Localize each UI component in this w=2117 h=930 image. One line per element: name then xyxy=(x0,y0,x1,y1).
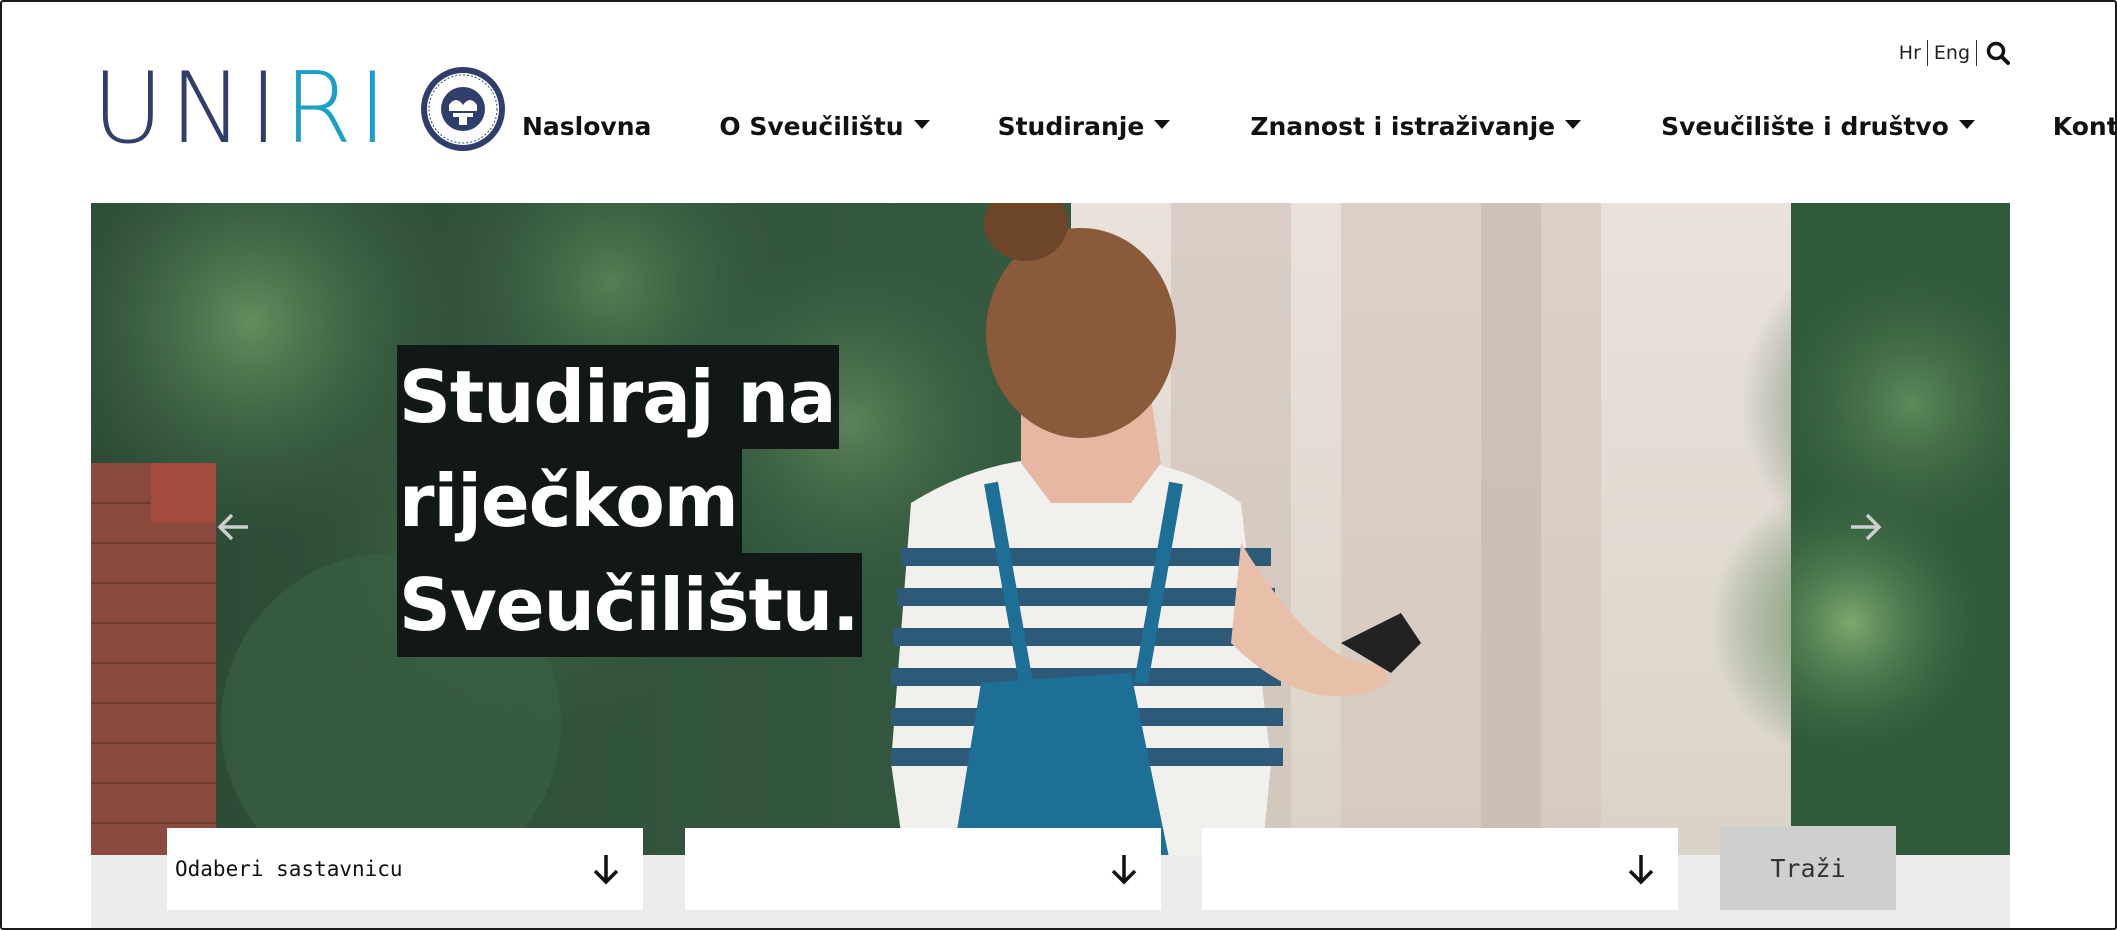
university-seal-icon xyxy=(420,67,505,151)
headline-line: Sveučilištu. xyxy=(397,553,863,657)
select-filter-3[interactable] xyxy=(1202,828,1678,910)
select-sastavnica[interactable]: Odaberi sastavnicu xyxy=(167,828,643,910)
main-nav: Naslovna O Sveučilištu Studiranje Znanos… xyxy=(522,112,2115,141)
caret-down-icon xyxy=(913,120,930,129)
arrow-right-icon[interactable] xyxy=(1845,507,1885,547)
nav-label: Kontakt xyxy=(2052,112,2115,141)
search-button[interactable]: Traži xyxy=(1720,826,1896,910)
nav-label: O Sveučilištu xyxy=(719,112,904,141)
lang-hr[interactable]: Hr xyxy=(1893,42,1927,64)
logo-wordmark: UNIRI xyxy=(92,60,393,158)
nav-item-studiranje[interactable]: Studiranje xyxy=(998,112,1171,141)
lang-eng[interactable]: Eng xyxy=(1928,42,1976,64)
logo-text-ri: RI xyxy=(283,52,393,166)
divider xyxy=(1976,40,1977,66)
nav-item-naslovna[interactable]: Naslovna xyxy=(522,112,651,141)
select-filter-2[interactable] xyxy=(685,828,1161,910)
nav-label: Studiranje xyxy=(997,112,1145,141)
arrow-down-icon xyxy=(593,855,619,885)
arrow-down-icon xyxy=(1111,855,1137,885)
headline-line: Studiraj na xyxy=(397,345,840,449)
nav-label: Naslovna xyxy=(522,112,652,141)
nav-label: Sveučilište i društvo xyxy=(1661,112,1949,141)
hero-headline: Studiraj na riječkom Sveučilištu. xyxy=(397,345,863,657)
nav-item-znanost[interactable]: Znanost i istraživanje xyxy=(1250,112,1582,141)
nav-item-kontakt[interactable]: Kontakt xyxy=(2052,112,2115,141)
select-value: Odaberi sastavnicu xyxy=(175,857,403,881)
nav-item-sveuciliste-i-drustvo[interactable]: Sveučilište i društvo xyxy=(1661,112,1975,141)
hero-image xyxy=(91,203,2010,867)
hero-carousel: Studiraj na riječkom Sveučilištu. xyxy=(91,203,2010,867)
arrow-down-icon xyxy=(1628,855,1654,885)
caret-down-icon xyxy=(1958,120,1975,129)
nav-label: Znanost i istraživanje xyxy=(1250,112,1556,141)
search-icon[interactable] xyxy=(1985,40,2011,66)
caret-down-icon xyxy=(1154,120,1171,129)
nav-item-o-sveucilistu[interactable]: O Sveučilištu xyxy=(719,112,930,141)
site-logo[interactable]: UNIRI xyxy=(92,60,507,158)
headline-line: riječkom xyxy=(397,449,742,553)
caret-down-icon xyxy=(1565,120,1582,129)
logo-text-uni: UNI xyxy=(92,52,284,166)
language-switcher: Hr Eng xyxy=(1893,40,2011,66)
arrow-left-icon[interactable] xyxy=(214,507,254,547)
browser-viewport: UNIRI Hr Eng Naslovna O Sveučilištu Stud… xyxy=(0,0,2117,930)
